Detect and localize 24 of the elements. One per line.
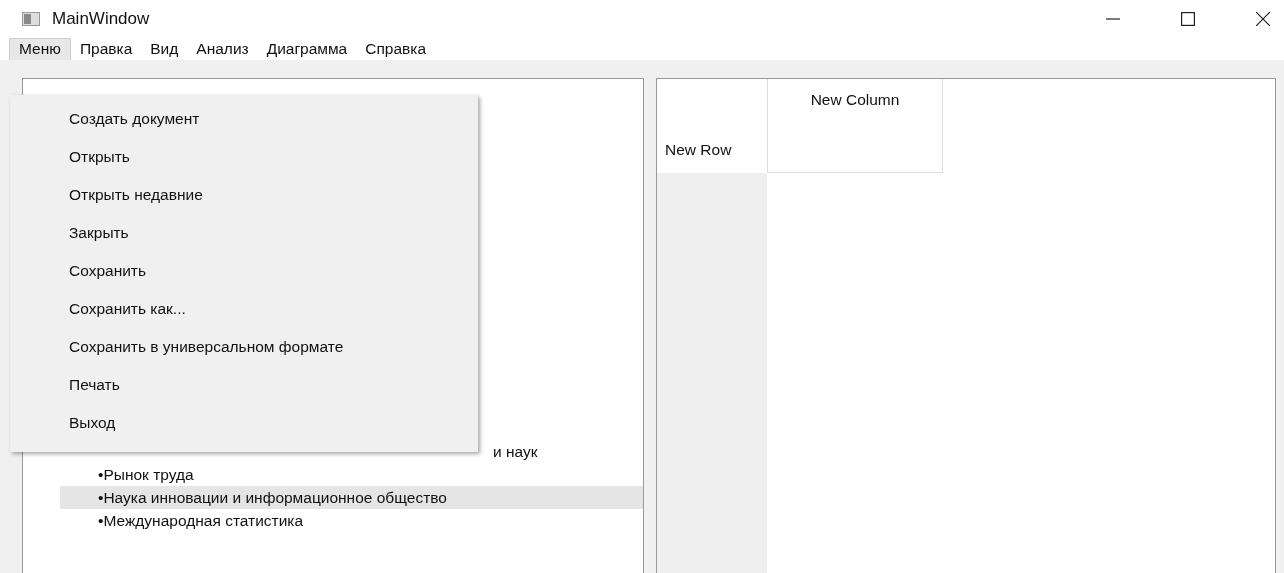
menu-item[interactable]: Справка <box>356 37 436 60</box>
menu-item[interactable]: Диаграмма <box>257 37 357 60</box>
list-item[interactable]: •Рынок труда <box>60 463 643 486</box>
row-header: New Row <box>664 140 733 160</box>
window-title: MainWindow <box>52 8 150 29</box>
list-item[interactable]: •Наука инновации и информационное общество <box>60 486 643 509</box>
dropdown-item[interactable]: Сохранить в универсальном формате <box>10 333 344 371</box>
menu-item[interactable]: Меню <box>9 37 71 60</box>
dropdown-item[interactable]: Закрыть <box>10 219 129 257</box>
dropdown-item[interactable]: Создать документ <box>10 105 200 143</box>
app-icon <box>22 11 40 26</box>
maximize-icon[interactable] <box>1181 11 1195 26</box>
dropdown-item[interactable]: Сохранить как... <box>10 295 186 333</box>
list-item[interactable]: •Международная статистика <box>60 509 643 532</box>
column-header: New Column <box>767 79 943 173</box>
dropdown-item[interactable]: Выход <box>10 409 116 447</box>
dropdown-item[interactable]: Печать <box>10 371 120 409</box>
menu-item[interactable]: Правка <box>70 37 142 60</box>
dropdown-item[interactable]: Открыть недавние <box>10 181 203 219</box>
menu-item[interactable]: Анализ <box>187 37 258 60</box>
dropdown-item[interactable]: Открыть <box>10 143 130 181</box>
dropdown-item[interactable]: Сохранить <box>10 257 147 295</box>
menu-item[interactable]: Вид <box>141 37 188 60</box>
close-icon[interactable] <box>1256 11 1270 26</box>
